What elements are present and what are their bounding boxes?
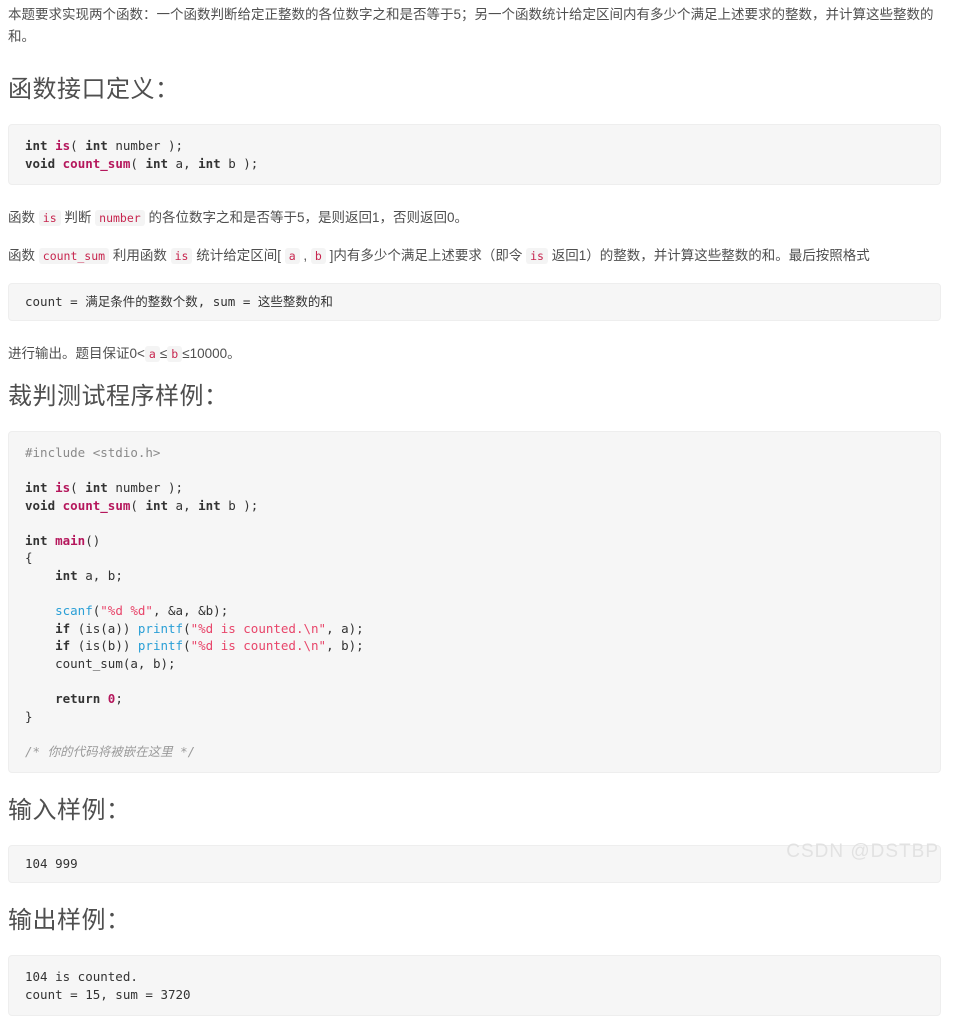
code-string-scanf-format: "%d %d" [100, 603, 153, 619]
code-kw-int-param-2: int [145, 497, 169, 513]
description-paragraph-range: 进行输出。题目保证0< a ≤ b ≤10000。 [8, 343, 943, 365]
heading-judge-program: 裁判测试程序样例： [8, 382, 229, 410]
code-param-b: b ); [220, 155, 259, 171]
desc2-text-3: 统计给定区间[ [192, 248, 285, 264]
desc2-text-1: 函数 [8, 248, 39, 264]
desc2-text-2: 利用函数 [109, 248, 171, 264]
inline-code-number: number [95, 210, 145, 227]
code-kw-int-main: int [25, 532, 48, 548]
inline-code-is: is [38, 210, 61, 227]
heading-input-sample: 输入样例： [8, 797, 131, 825]
problem-statement-page: 本题要求实现两个函数：一个函数判断给定正整数的各位数字之和是否等于5；另一个函数… [0, 4, 953, 1016]
desc2-text-6: 返回1）的整数，并计算这些整数的和。最后按照格式 [547, 248, 870, 264]
code-kw-return: return [55, 691, 101, 707]
less-equal-symbol-2: ≤ [182, 345, 190, 361]
code-preprocessor-include: #include <stdio.h> [25, 444, 161, 460]
code-kw-int-param-1: int [85, 479, 108, 495]
heading-function-interface: 函数接口定义： [8, 76, 180, 103]
code-function-is: is [55, 138, 71, 153]
code-call-printf-2: printf [137, 638, 184, 654]
output-line-2: count = 15, sum = 3720 [25, 986, 191, 1002]
less-than-symbol: < [137, 345, 145, 361]
inline-code-a: a [284, 248, 300, 265]
code-keyword-int-2: int [85, 138, 108, 153]
desc3-text-2: 10000。 [189, 345, 241, 361]
code-keyword-int-4: int [198, 155, 221, 171]
desc3-text-1: 进行输出。题目保证0 [8, 345, 138, 361]
code-punct-2: ( [130, 155, 146, 171]
output-line-1: 104 is counted. [25, 969, 138, 985]
code-comment-placeholder: /* 你的代码将被嵌在这里 */ [25, 743, 196, 759]
code-fn-main: main [55, 532, 86, 548]
input-sample-code-block: 104 999 [8, 845, 941, 884]
output-sample-code-block: 104 is counted. count = 15, sum = 3720 [8, 955, 941, 1016]
desc2-text-4: , [299, 248, 311, 264]
code-fn-is-decl: is [55, 479, 71, 495]
description-paragraph-is: 函数 is 判断 number 的各位数字之和是否等于5，是则返回1，否则返回0… [8, 207, 943, 229]
desc-text-2: 判断 [60, 210, 96, 226]
description-paragraph-count-sum: 函数 count_sum 利用函数 is 统计给定区间[ a , b ]内有多少… [8, 245, 943, 267]
desc2-text-5: ]内有多少个满足上述要求（即令 [325, 248, 527, 264]
code-call-scanf: scanf [55, 603, 93, 619]
code-keyword-int: int [25, 138, 48, 153]
inline-code-is-3: is [526, 248, 548, 265]
code-kw-int-decl-1: int [25, 479, 48, 495]
inline-code-is-2: is [170, 248, 193, 265]
judge-program-code-block: #include <stdio.h> int is( int number );… [8, 430, 941, 774]
inline-code-count-sum: count_sum [38, 248, 110, 265]
code-string-printf-1: "%d is counted.\n" [190, 620, 327, 636]
code-kw-if-1: if [55, 620, 71, 636]
inline-code-a-2: a [144, 345, 160, 362]
code-function-count-sum: count_sum [62, 155, 131, 171]
code-kw-int-locals: int [55, 567, 78, 583]
code-kw-void-decl: void [25, 497, 56, 513]
code-call-count-sum: count_sum(a, b); [55, 655, 176, 671]
code-string-printf-2: "%d is counted.\n" [190, 638, 327, 654]
code-param-a: a, [168, 155, 199, 171]
code-fn-count-sum-decl: count_sum [62, 497, 131, 513]
code-keyword-void: void [25, 155, 56, 171]
code-call-printf-1: printf [137, 620, 184, 636]
heading-output-sample: 输出样例： [8, 907, 131, 935]
desc-text-1: 函数 [8, 210, 39, 226]
code-keyword-int-3: int [145, 155, 169, 171]
code-kw-if-2: if [55, 638, 71, 654]
desc-text-3: 的各位数字之和是否等于5，是则返回1，否则返回0。 [144, 210, 468, 226]
inline-code-b-2: b [167, 345, 183, 362]
code-kw-int-param-3: int [198, 497, 221, 513]
function-interface-code-block: int is( int number ); void count_sum( in… [8, 124, 941, 186]
code-punct-1: ( [70, 138, 86, 153]
code-param-number: number ); [107, 138, 184, 153]
output-format-code-block: count = 满足条件的整数个数, sum = 这些整数的和 [8, 283, 941, 321]
intro-paragraph: 本题要求实现两个函数：一个函数判断给定正整数的各位数字之和是否等于5；另一个函数… [8, 7, 934, 44]
inline-code-b: b [310, 248, 326, 265]
